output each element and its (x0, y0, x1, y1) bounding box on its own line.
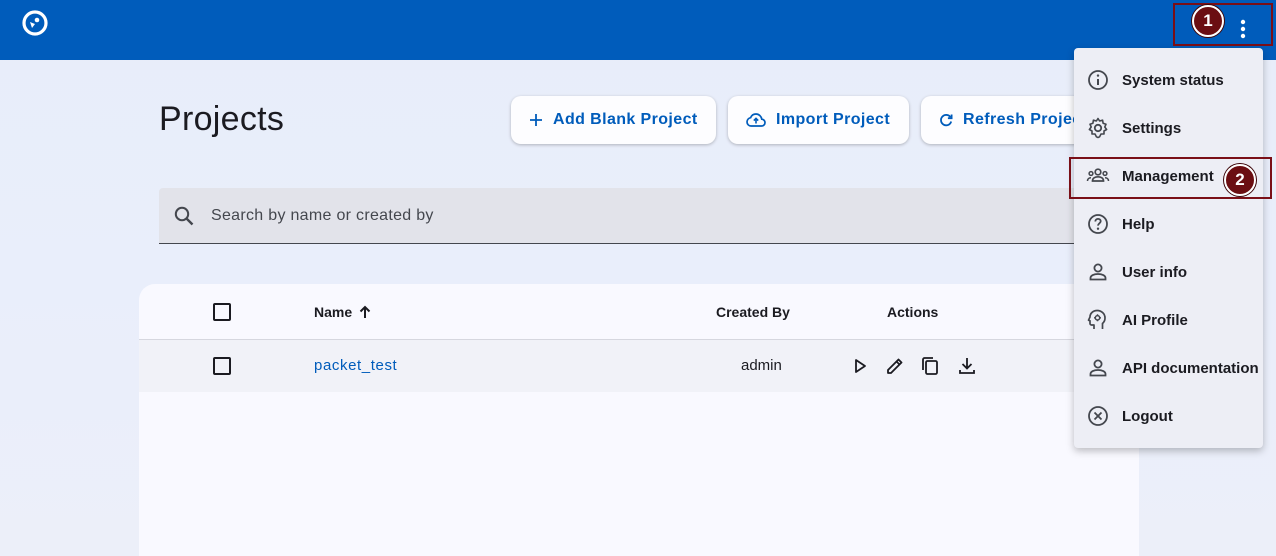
created-by-column-header[interactable]: Created By (716, 304, 790, 320)
person-icon (1089, 263, 1107, 281)
menu-item-label: AI Profile (1122, 311, 1188, 329)
app-logo-icon[interactable] (22, 10, 48, 36)
overflow-menu: System status Settings Management Help U… (1074, 48, 1263, 448)
menu-item-api-documentation[interactable]: API documentation (1074, 344, 1263, 392)
table-header: Name Created By Actions (139, 284, 1139, 340)
close-circle-icon (1088, 406, 1108, 426)
menu-item-user-info[interactable]: User info (1074, 248, 1263, 296)
menu-item-label: User info (1122, 263, 1188, 281)
search-icon (174, 206, 194, 226)
name-column-header[interactable]: Name (314, 304, 372, 320)
name-column-label: Name (314, 304, 353, 320)
menu-item-label: API documentation (1122, 359, 1259, 377)
table-row[interactable]: packet_test admin (139, 340, 1139, 392)
actions-column-header: Actions (887, 304, 939, 320)
menu-item-settings[interactable]: Settings (1074, 104, 1263, 152)
add-blank-project-button[interactable]: Add Blank Project (511, 96, 716, 144)
row-checkbox[interactable] (213, 357, 231, 375)
menu-item-label: Logout (1122, 407, 1173, 425)
ai-profile-icon (1087, 309, 1106, 329)
info-icon (1088, 70, 1108, 90)
arrow-up-icon (359, 305, 371, 318)
menu-item-system-status[interactable]: System status (1074, 56, 1263, 104)
page-title: Projects (159, 100, 285, 138)
menu-item-logout[interactable]: Logout (1074, 392, 1263, 440)
menu-item-label: System status (1122, 71, 1224, 89)
gear-icon (1088, 117, 1108, 139)
search-field (159, 188, 1119, 244)
project-created-by: admin (741, 357, 782, 374)
select-all-checkbox[interactable] (213, 303, 231, 321)
menu-item-ai-profile[interactable]: AI Profile (1074, 296, 1263, 344)
download-icon[interactable] (956, 355, 978, 377)
help-icon (1088, 214, 1108, 234)
copy-icon[interactable] (919, 355, 941, 377)
import-project-button[interactable]: Import Project (728, 96, 909, 144)
refresh-icon (940, 114, 953, 127)
add-blank-project-label: Add Blank Project (553, 111, 698, 128)
cloud-upload-icon (746, 113, 766, 127)
person-icon (1089, 359, 1107, 377)
search-input[interactable] (211, 188, 1091, 244)
project-name-link[interactable]: packet_test (314, 357, 397, 374)
annotation-marker-1: 1 (1192, 5, 1224, 37)
annotation-marker-2: 2 (1224, 164, 1256, 196)
play-icon[interactable] (849, 355, 871, 377)
plus-icon (530, 114, 542, 126)
edit-icon[interactable] (884, 355, 906, 377)
import-project-label: Import Project (776, 111, 891, 128)
menu-item-label: Help (1122, 215, 1155, 233)
menu-item-label: Settings (1122, 119, 1182, 137)
projects-table: Name Created By Actions packet_test admi… (139, 284, 1139, 556)
menu-item-help[interactable]: Help (1074, 200, 1263, 248)
